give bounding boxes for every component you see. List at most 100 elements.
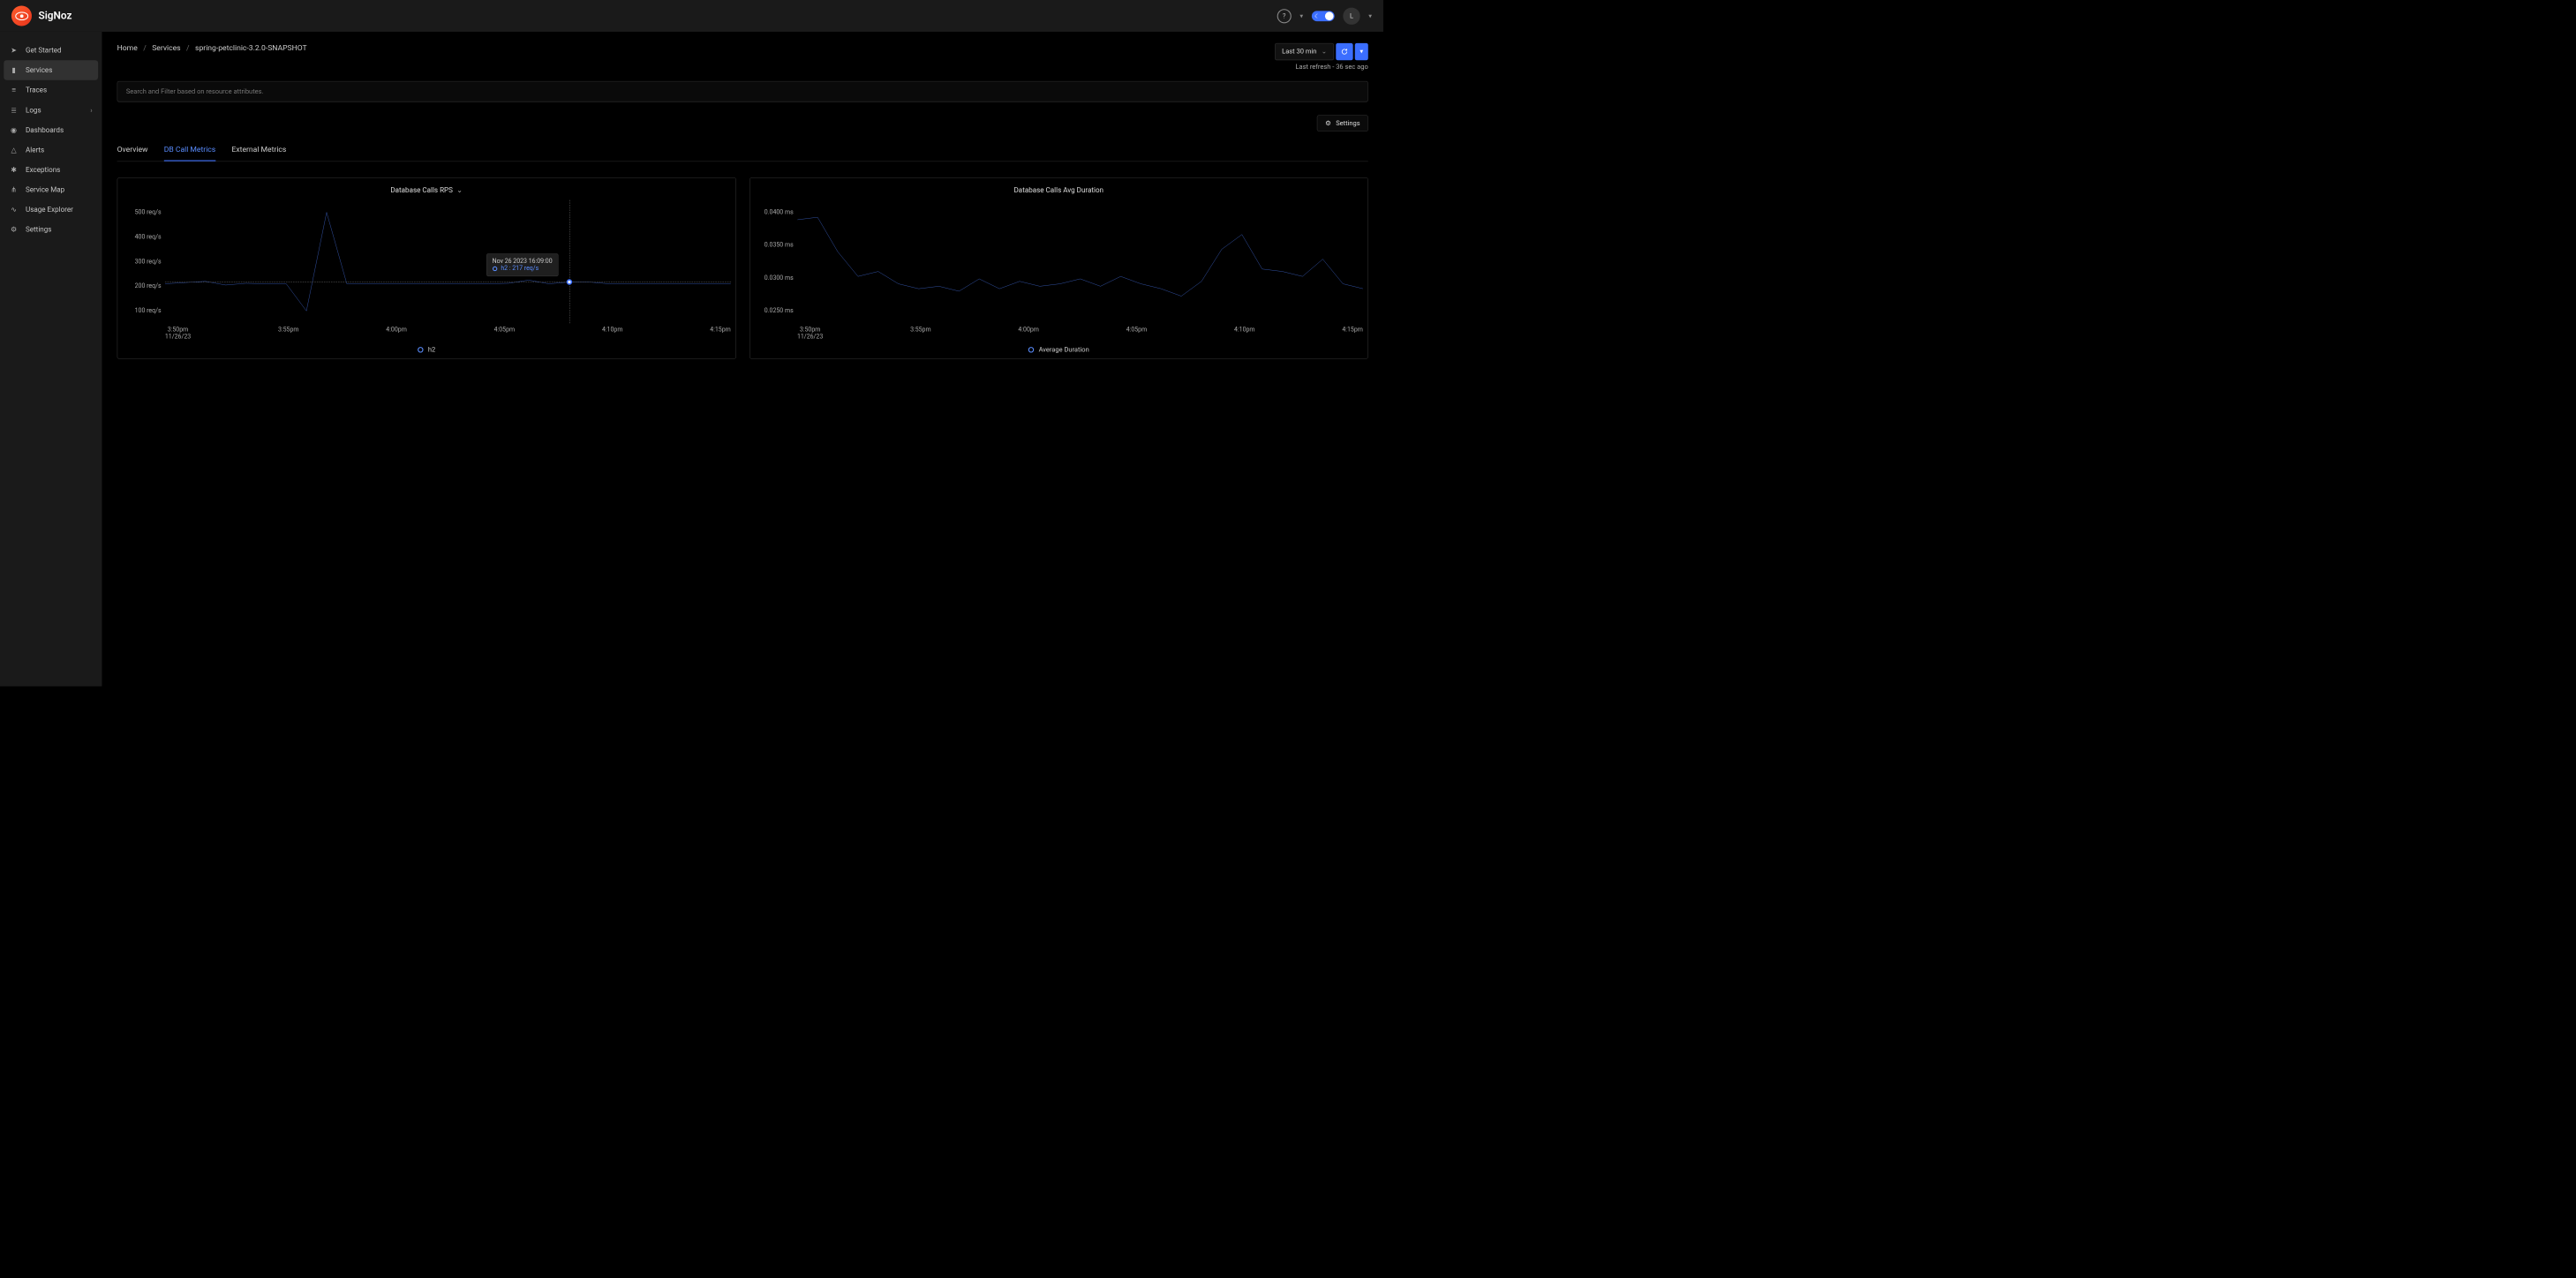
sidebar-item-usage-explorer[interactable]: ∿ Usage Explorer [0,199,102,220]
x-tick: 3:55pm [910,326,931,340]
chart-line [797,200,1363,324]
time-controls: Last 30 min ⌄ ▾ [1275,43,1368,60]
x-tick: 4:10pm [602,326,623,340]
refresh-button[interactable] [1336,43,1352,60]
last-refresh-text: Last refresh - 36 sec ago [1295,63,1367,71]
x-tick: 4:05pm [494,326,516,340]
sidebar-item-service-map[interactable]: ⋔ Service Map [0,180,102,200]
x-axis: 3:50pm11/26/233:55pm4:00pm4:05pm4:10pm4:… [123,323,731,340]
y-axis: 0.0400 ms0.0350 ms0.0300 ms0.0250 ms [755,200,797,324]
refresh-interval-button[interactable]: ▾ [1355,43,1368,60]
user-dropdown-caret-icon[interactable]: ▾ [1368,12,1372,20]
chevron-right-icon: › [90,106,92,115]
y-tick: 200 req/s [135,282,162,289]
topbar: SigNoz ? ▾ ☾ L ▾ [0,0,1383,32]
y-tick: 0.0400 ms [765,209,794,216]
crosshair-horizontal [165,282,731,283]
chart-title: Database Calls Avg Duration [1014,186,1103,195]
sidebar-item-label: Alerts [26,146,44,154]
sidebar-item-label: Services [26,66,52,75]
x-tick: 4:00pm [1018,326,1039,340]
settings-label: Settings [1336,119,1360,127]
tab-overview[interactable]: Overview [117,138,148,161]
time-range-select[interactable]: Last 30 min ⌄ [1275,43,1334,60]
moon-icon: ☾ [1314,12,1320,19]
chevron-down-icon[interactable]: ⌄ [456,186,463,195]
brand: SigNoz [11,5,72,26]
help-icon[interactable]: ? [1277,9,1292,23]
hover-point [566,279,571,284]
chart-plot-area[interactable]: Nov 26 2023 16:09:00 h2 : 217 req/s [165,200,731,324]
tab-db-call-metrics[interactable]: DB Call Metrics [164,138,215,161]
network-icon: ⋔ [10,185,19,194]
sidebar-item-settings[interactable]: ⚙ Settings [0,220,102,240]
gauge-icon: ◉ [10,125,19,134]
time-range-label: Last 30 min [1282,48,1316,56]
sidebar: ➤ Get Started ▮ Services ≡ Traces ≣ Logs… [0,32,102,687]
breadcrumb-current: spring-petclinic-3.2.0-SNAPSHOT [195,43,307,52]
sidebar-item-alerts[interactable]: △ Alerts [0,139,102,160]
y-tick: 0.0250 ms [765,307,794,314]
sidebar-item-label: Get Started [26,46,62,55]
sidebar-item-services[interactable]: ▮ Services [4,60,98,80]
legend: h2 [123,341,731,356]
line-chart-icon: ∿ [10,206,19,214]
tab-external-metrics[interactable]: External Metrics [231,138,286,161]
tabs: Overview DB Call Metrics External Metric… [117,138,1368,162]
help-dropdown-caret-icon[interactable]: ▾ [1299,12,1303,20]
x-tick: 4:05pm [1126,326,1148,340]
sidebar-item-label: Settings [26,225,51,234]
chart-db-calls-rps: Database Calls RPS ⌄ 500 req/s400 req/s3… [117,177,736,358]
y-tick: 300 req/s [135,258,162,265]
legend: Average Duration [755,341,1363,356]
sidebar-item-label: Usage Explorer [26,206,73,214]
rocket-icon: ➤ [10,46,19,55]
chart-plot-area[interactable] [797,200,1363,324]
y-tick: 400 req/s [135,233,162,240]
sidebar-item-exceptions[interactable]: ✱ Exceptions [0,160,102,180]
sidebar-item-logs[interactable]: ≣ Logs › [0,100,102,120]
menu-icon: ≡ [10,86,19,94]
sidebar-item-label: Traces [26,86,47,94]
align-left-icon: ≣ [10,106,19,115]
x-tick: 4:10pm [1234,326,1255,340]
sidebar-item-label: Logs [26,106,41,115]
x-tick: 4:15pm [1342,326,1363,340]
sidebar-item-label: Dashboards [26,125,64,134]
x-tick: 4:15pm [710,326,731,340]
y-tick: 0.0350 ms [765,242,794,249]
sidebar-item-get-started[interactable]: ➤ Get Started [0,41,102,61]
breadcrumb-sep: / [143,43,147,52]
gear-icon: ⚙ [10,225,19,234]
chart-title: Database Calls RPS [390,186,453,195]
breadcrumb-home[interactable]: Home [117,43,138,52]
bug-icon: ✱ [10,165,19,174]
toggle-knob [1325,11,1334,20]
sidebar-item-label: Exceptions [26,165,60,174]
brand-name: SigNoz [38,10,72,21]
legend-marker-icon [1028,347,1034,352]
gear-icon: ⚙ [1325,119,1331,127]
bell-icon: △ [10,146,19,154]
bar-chart-icon: ▮ [10,66,19,75]
x-axis: 3:50pm11/26/23 3:55pm 4:00pm 4:05pm 4:10pm 4:… [755,323,1363,340]
search-input[interactable]: Search and Filter based on resource attr… [117,81,1368,102]
sidebar-item-dashboards[interactable]: ◉ Dashboards [0,120,102,140]
chevron-down-icon: ⌄ [1322,48,1327,56]
chart-db-calls-avg-duration: Database Calls Avg Duration 0.0400 ms 0.0… [749,177,1368,358]
theme-toggle[interactable]: ☾ [1312,11,1335,21]
breadcrumb: Home / Services / spring-petclinic-3.2.0… [117,43,307,52]
x-tick: 3:55pm [278,326,299,340]
sidebar-item-traces[interactable]: ≡ Traces [0,80,102,101]
avatar[interactable]: L [1343,7,1360,24]
breadcrumb-services[interactable]: Services [152,43,180,52]
y-axis: 500 req/s400 req/s300 req/s200 req/s100 … [123,200,165,324]
crosshair-vertical [569,200,570,324]
brand-logo-icon [11,5,32,26]
search-placeholder: Search and Filter based on resource attr… [126,87,264,95]
legend-marker-icon [418,347,423,352]
legend-label: h2 [428,346,435,354]
legend-label: Average Duration [1039,346,1089,354]
panel-settings-button[interactable]: ⚙ Settings [1317,115,1368,131]
x-tick: 3:50pm11/26/23 [797,326,823,340]
